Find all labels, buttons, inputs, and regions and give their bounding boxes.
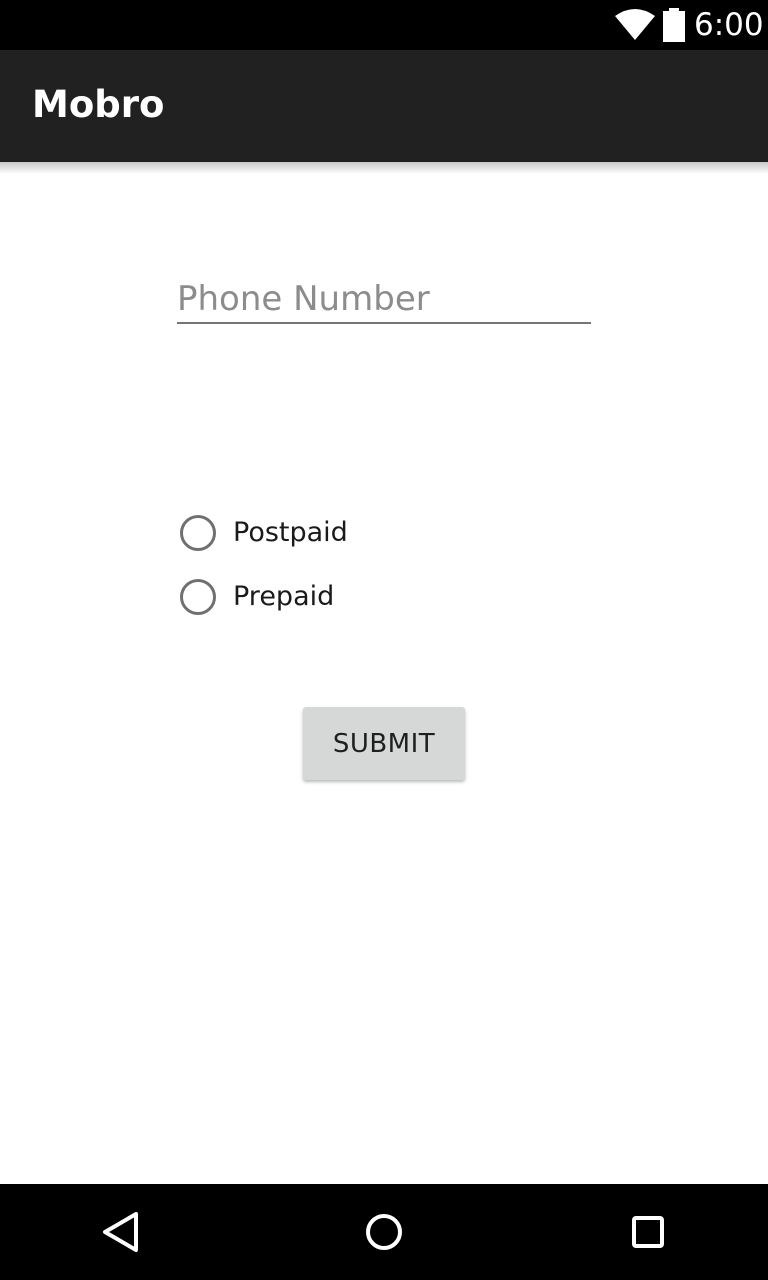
app-title: Mobro: [32, 83, 165, 126]
screen: 6:00 Mobro Postpaid Prepaid SUBMIT: [0, 0, 768, 1280]
navigation-bar: [0, 1184, 768, 1280]
back-icon[interactable]: [92, 1204, 148, 1260]
radio-button-icon[interactable]: [180, 515, 216, 551]
status-bar: 6:00: [0, 0, 768, 50]
app-bar: Mobro: [0, 50, 768, 162]
submit-button[interactable]: SUBMIT: [303, 707, 465, 780]
radio-postpaid[interactable]: Postpaid: [180, 513, 348, 553]
radio-prepaid[interactable]: Prepaid: [180, 577, 334, 617]
recents-icon[interactable]: [620, 1204, 676, 1260]
radio-button-icon[interactable]: [180, 579, 216, 615]
home-icon[interactable]: [356, 1204, 412, 1260]
phone-number-input[interactable]: [177, 276, 591, 324]
radio-label-prepaid: Prepaid: [233, 581, 335, 612]
radio-label-postpaid: Postpaid: [233, 517, 348, 548]
battery-icon: [663, 8, 685, 42]
wifi-icon: [615, 9, 655, 40]
phone-number-field[interactable]: [177, 276, 591, 326]
status-time: 6:00: [694, 7, 764, 43]
app-bar-shadow: [0, 162, 768, 174]
